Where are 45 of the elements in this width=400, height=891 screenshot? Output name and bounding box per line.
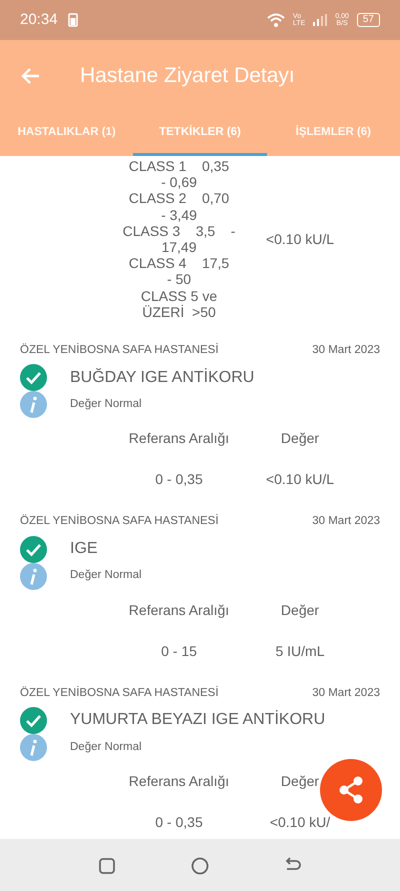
back-arrow-icon — [20, 66, 40, 85]
result-date: 30 Mart 2023 — [312, 514, 380, 530]
status-time: 20:34 — [20, 10, 58, 30]
test-name: IGE — [70, 539, 98, 560]
reference-range-text: 0 - 0,35 — [154, 812, 204, 832]
result-date: 30 Mart 2023 — [312, 686, 380, 701]
info-icon — [20, 734, 47, 761]
reference-range-text: CLASS 1 0,35 - 0,69 CLASS 2 0,70 - 3,49 CLASS 3 3,5 - 17,49 CLASS 4 17,5 - 50 CLASS 5 ve ÜZERİ >50 — [122, 158, 236, 320]
result-value: <0.10 kU/L — [264, 470, 336, 490]
info-icon — [20, 391, 47, 418]
result-date: 30 Mart 2023 — [312, 343, 380, 358]
column-header: Değer — [280, 600, 320, 620]
phone-icon — [68, 13, 78, 27]
share-icon — [338, 776, 364, 804]
check-circle-icon — [20, 364, 47, 392]
tab[interactable]: TETKİKLER (6) — [133, 112, 267, 156]
battery-indicator: 57 — [356, 13, 380, 27]
test-name: YUMURTA BEYAZI IGE ANTİKORU — [70, 709, 326, 730]
column-header: Referans Aralığı — [128, 429, 230, 448]
recents-button-icon[interactable] — [98, 856, 116, 874]
screen-title: Hastane Ziyaret Detayı — [80, 63, 295, 90]
hospital-name: ÖZEL YENİBOSNA SAFA HASTANESİ — [20, 685, 219, 701]
hospital-name: ÖZEL YENİBOSNA SAFA HASTANESİ — [20, 513, 219, 530]
tab[interactable]: HASTALIKLAR (1) — [0, 112, 134, 156]
hospital-name: ÖZEL YENİBOSNA SAFA HASTANESİ — [20, 342, 219, 358]
result-value: 5 IU/mL — [274, 642, 326, 661]
signal-icon — [313, 14, 328, 26]
info-icon — [20, 562, 47, 590]
reference-range-text: 0 - 0,35 — [154, 470, 204, 490]
check-circle-icon — [20, 706, 47, 734]
check-circle-icon — [20, 536, 47, 563]
column-header: Referans Aralığı — [128, 600, 230, 620]
column-header: Değer — [280, 772, 320, 791]
status-text: Değer Normal — [70, 740, 142, 755]
result-value: <0.10 kU/ — [268, 812, 332, 832]
wifi-icon — [266, 13, 285, 27]
test-name: BUĞDAY IGE ANTİKORU — [70, 367, 254, 388]
status-text: Değer Normal — [70, 568, 142, 584]
home-button-icon[interactable] — [190, 856, 209, 874]
result-value: <0.10 kU/L — [264, 230, 336, 249]
reference-range-text: 0 - 15 — [160, 642, 198, 661]
column-header: Değer — [280, 429, 320, 448]
tab[interactable]: İŞLEMLER (6) — [266, 112, 400, 156]
status-text: Değer Normal — [70, 397, 142, 412]
column-header: Referans Aralığı — [128, 772, 230, 791]
